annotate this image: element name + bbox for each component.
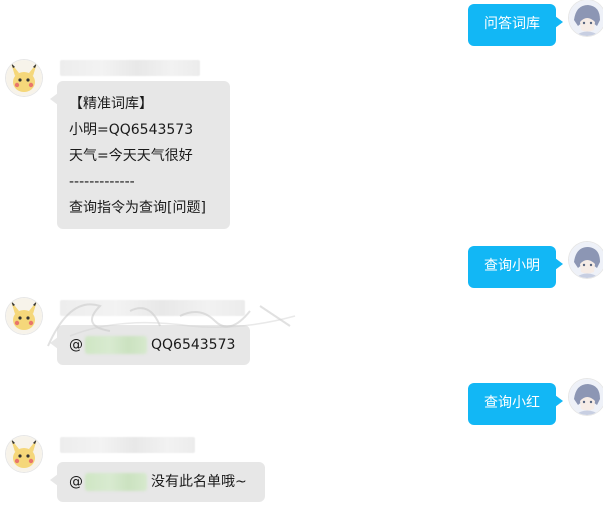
- message-text: 没有此名单哦~: [151, 474, 247, 490]
- mention-name-blurred: [85, 473, 147, 491]
- message-bubble-self[interactable]: 查询小红: [468, 383, 563, 425]
- bot-avatar-icon[interactable]: [6, 298, 42, 334]
- bot-nickname-blurred: [60, 60, 200, 76]
- self-avatar-icon[interactable]: [569, 242, 603, 278]
- message-text: 查询小红: [484, 395, 540, 411]
- message-line: 天气=今天天气很好: [69, 148, 193, 164]
- message-line: 查询指令为查询[问题]: [69, 200, 206, 216]
- mention-at: @: [69, 337, 83, 353]
- message-line: 【精准词库】: [69, 96, 153, 112]
- self-avatar-icon[interactable]: [569, 0, 603, 36]
- message-bubble-bot[interactable]: @ 没有此名单哦~: [50, 462, 265, 502]
- message-text: 查询小明: [484, 258, 540, 274]
- bot-avatar-icon[interactable]: [6, 436, 42, 472]
- bot-nickname-blurred: [60, 437, 195, 453]
- message-bubble-bot[interactable]: 【精准词库】 小明=QQ6543573 天气=今天天气很好 ----------…: [50, 81, 230, 229]
- bot-avatar-icon[interactable]: [6, 60, 42, 96]
- message-line: -------------: [69, 174, 135, 190]
- bot-nickname-blurred: [60, 300, 245, 316]
- message-bubble-self[interactable]: 问答词库: [468, 4, 563, 46]
- message-bubble-bot[interactable]: @ QQ6543573: [50, 325, 250, 365]
- self-avatar-icon[interactable]: [569, 379, 603, 415]
- message-text: 问答词库: [484, 16, 540, 32]
- message-line: 小明=QQ6543573: [69, 122, 194, 138]
- message-text: QQ6543573: [151, 337, 236, 353]
- mention-name-blurred: [85, 336, 147, 354]
- message-bubble-self[interactable]: 查询小明: [468, 246, 563, 288]
- mention-at: @: [69, 474, 83, 490]
